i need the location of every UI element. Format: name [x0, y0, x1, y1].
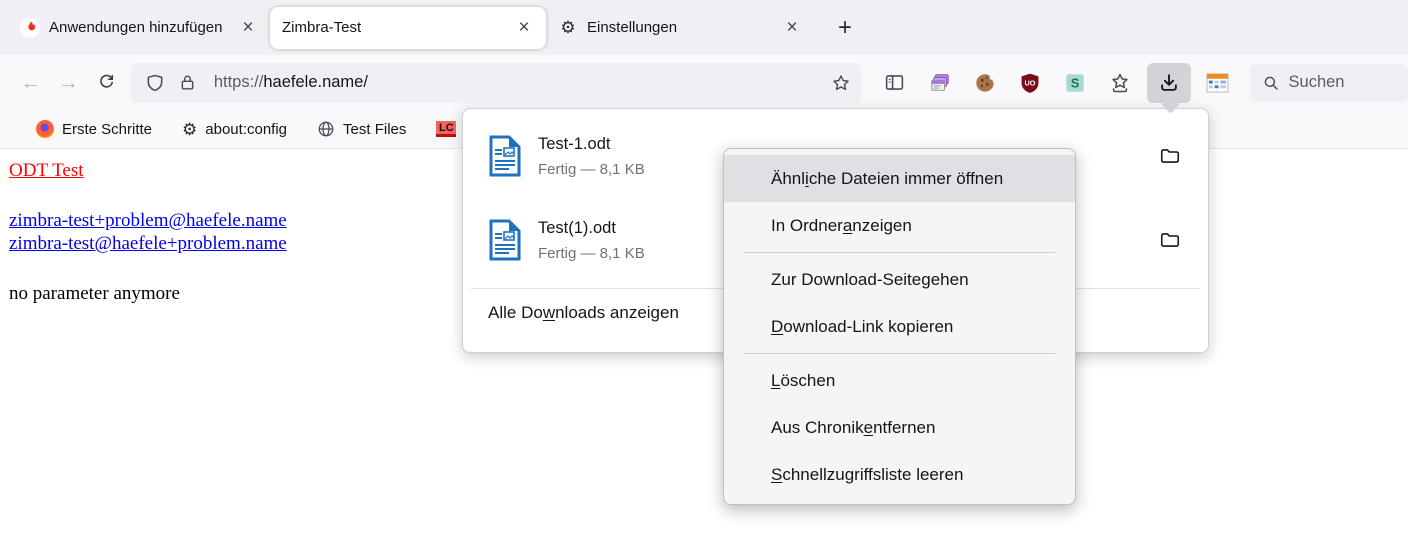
url-text: https://haefele.name/ — [214, 73, 368, 92]
menu-item-always-open-similar[interactable]: Ähnliche Dateien immer öffnen — [724, 155, 1075, 202]
menu-text: Aus Chronik — [771, 418, 864, 438]
close-tab-icon[interactable]: × — [512, 16, 536, 40]
menu-text: In Ordner — [771, 216, 843, 236]
libreoffice-writer-icon — [488, 219, 522, 261]
download-context-menu: Ähnliche Dateien immer öffnen In Ordner … — [723, 148, 1076, 505]
firefox-icon — [36, 120, 54, 138]
bookmark-label: about:config — [205, 121, 287, 138]
ublock-origin-icon[interactable]: UO — [1012, 65, 1048, 101]
table-extension-icon[interactable] — [1200, 65, 1236, 101]
download-status: Fertig — 8,1 KB — [538, 245, 645, 262]
star-tray-icon[interactable] — [1102, 65, 1138, 101]
lock-icon[interactable] — [178, 73, 197, 92]
forward-button[interactable]: → — [50, 65, 88, 101]
menu-text: ehen — [931, 270, 969, 290]
download-filename: Test(1).odt — [538, 219, 645, 238]
menu-text: öschen — [780, 371, 835, 391]
svg-text:UO: UO — [1024, 78, 1035, 87]
url-scheme: https:// — [214, 73, 264, 91]
bookmark-test-files[interactable]: Test Files — [317, 120, 406, 138]
menu-item-remove-from-history[interactable]: Aus Chronik entfernen — [724, 404, 1075, 451]
menu-item-go-to-download-page[interactable]: Zur Download-Seite gehen — [724, 256, 1075, 303]
menu-item-clear-quick-access-list[interactable]: Schnellzugriffsliste leeren — [724, 451, 1075, 498]
tab-label: Zimbra-Test — [282, 19, 361, 36]
flame-favicon-icon — [20, 18, 40, 38]
bookmark-star-icon[interactable] — [831, 73, 851, 93]
menu-accesskey: a — [843, 216, 852, 236]
bookmark-label: Test Files — [343, 121, 406, 138]
menu-accesskey: e — [864, 418, 873, 438]
gear-icon: ⚙ — [558, 18, 578, 38]
menu-item-delete[interactable]: Löschen — [724, 357, 1075, 404]
globe-icon — [317, 120, 335, 138]
footer-text: nloads anzeigen — [555, 303, 679, 323]
sidebar-icon[interactable] — [877, 65, 913, 101]
back-button[interactable]: ← — [12, 65, 50, 101]
svg-text:S: S — [1070, 75, 1079, 90]
gear-icon: ⚙ — [182, 121, 197, 138]
url-bar[interactable]: https://haefele.name/ — [131, 63, 861, 103]
bookmark-about-config[interactable]: ⚙ about:config — [182, 121, 287, 138]
menu-text: ownload-Link kopieren — [783, 317, 953, 337]
tab-einstellungen[interactable]: ⚙ Einstellungen × — [546, 7, 814, 49]
bookmark-label: Erste Schritte — [62, 121, 152, 138]
menu-separator — [744, 252, 1055, 253]
search-icon — [1262, 74, 1280, 92]
new-tab-button[interactable]: + — [828, 11, 862, 45]
search-input[interactable]: Suchen — [1250, 64, 1408, 102]
tab-manager-extension-icon[interactable] — [922, 65, 958, 101]
stylus-extension-icon[interactable]: S — [1057, 65, 1093, 101]
tab-label: Anwendungen hinzufügen — [49, 19, 222, 36]
download-info: Test(1).odt Fertig — 8,1 KB — [538, 219, 645, 262]
odt-test-link[interactable]: ODT Test — [9, 160, 84, 182]
download-status: Fertig — 8,1 KB — [538, 161, 645, 178]
menu-text: nzeigen — [852, 216, 912, 236]
reload-button[interactable] — [87, 65, 125, 101]
footer-accesskey: w — [543, 303, 555, 323]
menu-accesskey: L — [771, 371, 780, 391]
menu-item-show-in-folder[interactable]: In Ordner anzeigen — [724, 202, 1075, 249]
open-folder-icon[interactable] — [1154, 140, 1186, 172]
close-tab-icon[interactable]: × — [236, 16, 260, 40]
url-host: haefele.name/ — [263, 73, 368, 91]
download-filename: Test-1.odt — [538, 135, 645, 154]
open-folder-icon[interactable] — [1154, 224, 1186, 256]
menu-text: Zur Download-Seite — [771, 270, 921, 290]
menu-text: chnellzugriffsliste leeren — [782, 465, 963, 485]
footer-text: Alle Do — [488, 303, 543, 323]
cookie-extension-icon[interactable] — [967, 65, 1003, 101]
tab-zimbra-test[interactable]: Zimbra-Test × — [270, 7, 546, 49]
download-info: Test-1.odt Fertig — 8,1 KB — [538, 135, 645, 178]
toolbar-icons: UO S — [877, 63, 1236, 103]
bookmark-erste-schritte[interactable]: Erste Schritte — [36, 120, 152, 138]
menu-text: ntfernen — [873, 418, 935, 438]
navigation-toolbar: ← → https://haefele.name/ — [0, 55, 1408, 110]
menu-accesskey: S — [771, 465, 782, 485]
menu-separator — [744, 353, 1055, 354]
lc-icon: LC — [436, 121, 456, 137]
libreoffice-writer-icon — [488, 135, 522, 177]
shield-icon[interactable] — [145, 73, 165, 93]
menu-accesskey: D — [771, 317, 783, 337]
tab-anwendungen[interactable]: Anwendungen hinzufügen × — [8, 7, 270, 49]
menu-item-copy-download-link[interactable]: Download-Link kopieren — [724, 303, 1075, 350]
tab-bar: Anwendungen hinzufügen × Zimbra-Test × ⚙… — [0, 0, 1408, 55]
menu-accesskey: g — [921, 270, 930, 290]
close-tab-icon[interactable]: × — [780, 16, 804, 40]
menu-text: Ähnl — [771, 169, 805, 189]
menu-text: che Dateien immer öffnen — [809, 169, 1003, 189]
search-placeholder: Suchen — [1289, 73, 1345, 92]
tab-label: Einstellungen — [587, 19, 677, 36]
